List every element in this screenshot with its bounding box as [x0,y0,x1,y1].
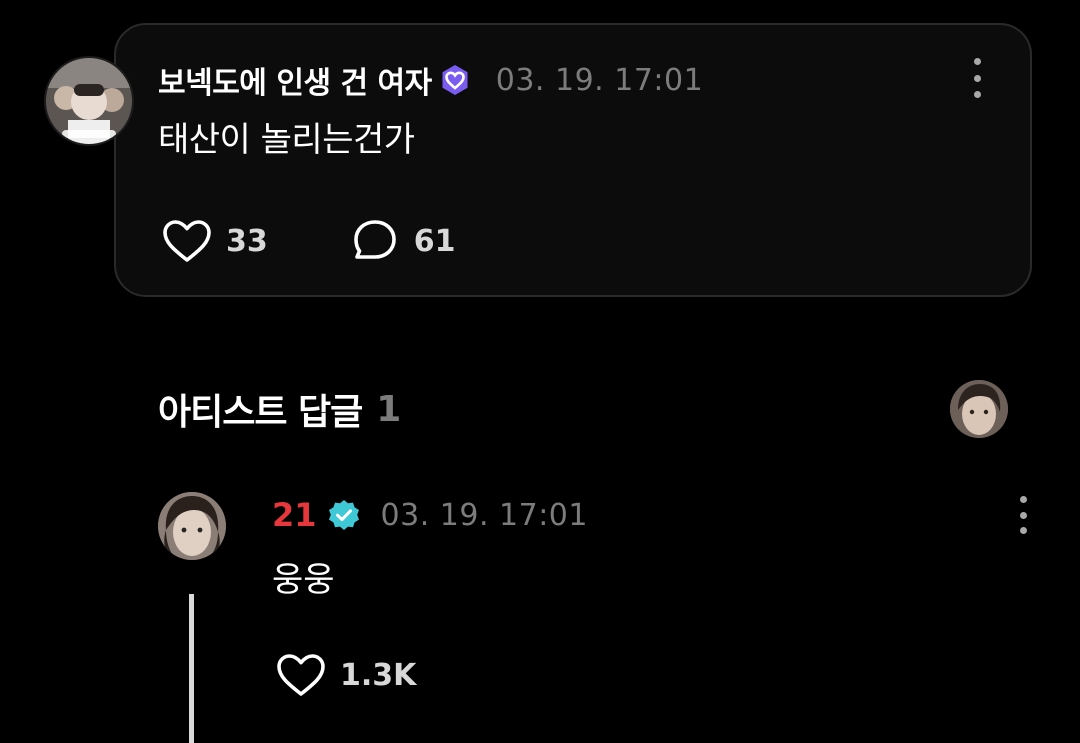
more-dot [973,91,981,98]
post-body-text: 태산이 놀리는건가 [158,120,415,160]
verified-check-icon [327,498,361,532]
post-comment-button[interactable]: 61 [348,216,456,266]
artist-replies-title: 아티스트 답글 [158,392,363,433]
artist-replies-header: 아티스트 답글 1 [158,384,401,434]
post-actions: 33 61 [160,216,456,266]
heart-outline-icon [274,650,328,700]
post-timestamp: 03. 19. 17:01 [495,62,704,98]
speech-bubble-icon [348,216,402,266]
more-dot [1019,496,1027,503]
heart-outline-icon [160,216,214,266]
reply-like-count: 1.3K [340,657,417,693]
more-dot [973,58,981,65]
more-dot [1019,511,1027,519]
avatar-photo [46,58,132,144]
more-vertical-icon[interactable] [1010,496,1036,534]
reply-author-avatar[interactable] [158,492,226,560]
post-comment-count: 61 [413,223,456,259]
artist-replies-count: 1 [376,388,402,430]
thread-line [189,594,194,743]
reply-timestamp: 03. 19. 17:01 [380,497,588,533]
artist-avatar-small[interactable] [950,380,1008,438]
post-like-count: 33 [226,223,268,259]
reply-like-button[interactable]: 1.3K [274,650,416,700]
more-dot [1019,527,1027,534]
post-header: 보넥도에 인생 건 여자 03. 19. 17:01 [158,58,703,102]
reply-actions: 1.3K [274,648,416,702]
reply-author-name[interactable]: 21 [272,496,317,534]
avatar-photo [158,492,226,560]
post-like-button[interactable]: 33 [160,216,268,266]
post-author-avatar[interactable] [44,56,134,146]
more-dot [973,74,981,82]
post-author-name[interactable]: 보넥도에 인생 건 여자 [158,58,432,102]
avatar-photo [950,380,1008,438]
reply-header: 21 03. 19. 17:01 [272,494,588,536]
reply-body-text: 웅웅 [272,560,335,600]
more-vertical-icon[interactable] [964,58,990,98]
heart-badge-icon [438,63,472,97]
